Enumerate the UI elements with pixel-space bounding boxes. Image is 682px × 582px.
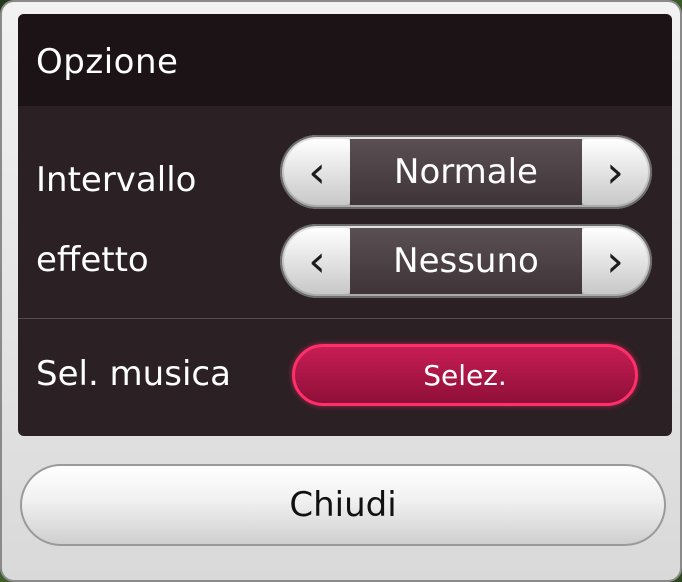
effect-next-button[interactable]: › — [582, 228, 648, 294]
interval-label: Intervallo — [36, 160, 197, 200]
dialog-title: Opzione — [36, 42, 179, 82]
chevron-left-icon: ‹ — [308, 146, 326, 198]
music-select-label: Sel. musica — [36, 354, 231, 394]
interval-next-button[interactable]: › — [582, 139, 648, 205]
effect-spinner: ‹ Nessuno › — [280, 224, 652, 298]
interval-spinner: ‹ Normale › — [280, 135, 652, 209]
effect-value: Nessuno — [350, 228, 582, 294]
close-button[interactable]: Chiudi — [20, 464, 666, 546]
select-music-button[interactable]: Selez. — [292, 344, 638, 406]
effect-label: effetto — [36, 240, 149, 280]
effect-prev-button[interactable]: ‹ — [284, 228, 350, 294]
chevron-right-icon: › — [606, 235, 624, 287]
options-dialog: Opzione Intervallo ‹ Normale › effetto ‹… — [0, 0, 682, 582]
interval-prev-button[interactable]: ‹ — [284, 139, 350, 205]
options-panel: Opzione Intervallo ‹ Normale › effetto ‹… — [18, 14, 672, 436]
chevron-left-icon: ‹ — [308, 235, 326, 287]
chevron-right-icon: › — [606, 146, 624, 198]
interval-value: Normale — [350, 139, 582, 205]
divider — [18, 318, 672, 319]
title-bar: Opzione — [18, 14, 672, 106]
